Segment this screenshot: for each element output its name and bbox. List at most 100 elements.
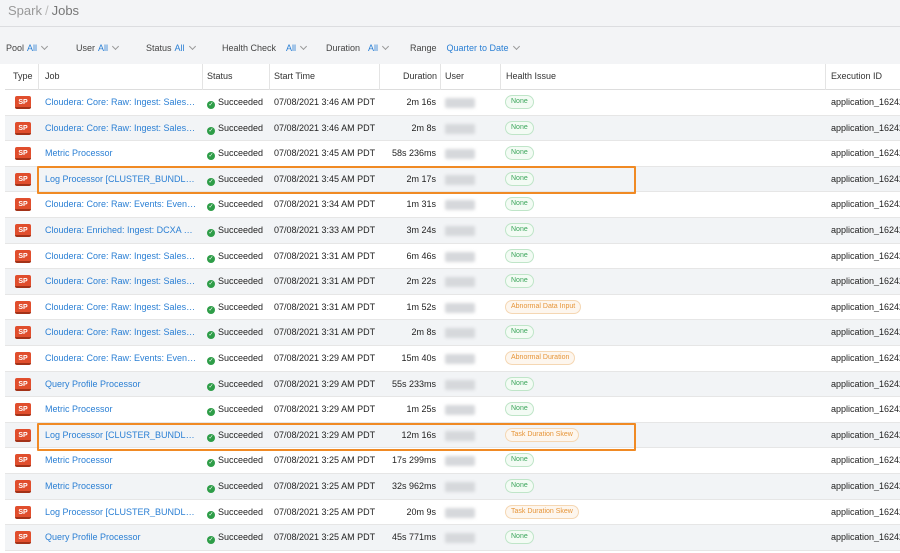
table-row[interactable]: SP Cloudera: Enriched: Ingest: DCXA Entit… — [5, 218, 900, 244]
health-issue: None — [505, 402, 534, 417]
execution-id: application_16242 — [831, 173, 900, 184]
breadcrumb-root[interactable]: Spark — [8, 3, 42, 18]
start-time: 07/08/2021 3:33 AM PDT — [274, 225, 376, 235]
job-link[interactable]: Metric Processor — [45, 148, 197, 158]
table-row[interactable]: SP Cloudera: Core: Raw: Ingest: Salesforc… — [5, 320, 900, 346]
status-cell: ✓ Succeeded — [207, 251, 269, 263]
status-text: Succeeded — [218, 455, 264, 466]
execution-id: application_16242 — [831, 481, 900, 491]
execution-id: application_16242 — [831, 97, 900, 107]
spark-type-icon: SP — [15, 224, 31, 237]
filter-value[interactable]: All — [368, 43, 378, 53]
filter-value[interactable]: All — [286, 43, 296, 53]
duration: 1m 31s — [406, 199, 436, 210]
start-time: 07/08/2021 3:31 AM PDT — [274, 327, 376, 338]
table-row[interactable]: SP Cloudera: Core: Raw: Events: Events B ✓… — [5, 346, 900, 372]
status-text: Succeeded — [218, 353, 264, 363]
column-header-type[interactable]: Type — [13, 71, 33, 81]
status-text: Succeeded — [218, 378, 264, 389]
job-link[interactable]: Cloudera: Core: Raw: Events: Events B — [45, 353, 197, 363]
status-text: Succeeded — [218, 404, 264, 415]
job-link[interactable]: Cloudera: Core: Raw: Ingest: Salesforce — [45, 97, 197, 107]
table-row[interactable]: SP Log Processor [CLUSTER_BUNDLE] /d ✓ Succ… — [5, 500, 900, 526]
table-row[interactable]: SP Cloudera: Core: Raw: Ingest: Salesforc… — [5, 295, 900, 321]
health-badge: None — [505, 274, 534, 289]
status-text: Succeeded — [218, 301, 264, 312]
filter-status[interactable]: Status All — [146, 42, 196, 53]
job-link[interactable]: Metric Processor — [45, 455, 197, 465]
column-header-start-time[interactable]: Start Time — [274, 71, 315, 81]
status-text: Succeeded — [218, 481, 264, 491]
job-link[interactable]: Cloudera: Core: Raw: Ingest: Salesforce — [45, 123, 197, 133]
job-link[interactable]: Cloudera: Core: Raw: Events: Events B — [45, 199, 197, 209]
column-header-user[interactable]: User — [445, 71, 464, 81]
column-header-job[interactable]: Job — [45, 71, 60, 81]
health-badge: None — [505, 146, 534, 161]
duration: 20m 9s — [406, 506, 436, 517]
chevron-down-icon — [300, 42, 308, 51]
start-time: 07/08/2021 3:45 AM PDT — [274, 148, 376, 159]
status-cell: ✓ Succeeded — [207, 353, 269, 365]
highlight-box — [37, 166, 636, 194]
status-text: Succeeded — [218, 148, 264, 159]
job-link[interactable]: Cloudera: Enriched: Ingest: DCXA Entit — [45, 225, 197, 235]
status-text: Succeeded — [218, 97, 264, 107]
status-cell: ✓ Succeeded — [207, 199, 269, 212]
filter-value[interactable]: Quarter to Date — [447, 43, 509, 53]
filter-health-check[interactable]: Health Check All — [222, 42, 308, 53]
table-row[interactable]: SP Cloudera: Core: Raw: Ingest: Salesforc… — [5, 244, 900, 270]
table-row[interactable]: SP Metric Processor ✓ Succeeded 07/08/2021 3… — [5, 474, 900, 500]
job-link[interactable]: Log Processor [CLUSTER_BUNDLE] /d — [45, 507, 197, 517]
table-row[interactable]: SP Cloudera: Core: Raw: Ingest: Salesforc… — [5, 90, 900, 116]
status-text: Succeeded — [218, 276, 264, 287]
start-time: 07/08/2021 3:31 AM PDT — [274, 250, 376, 261]
filter-duration[interactable]: Duration All — [326, 42, 390, 53]
table-row[interactable]: SP Cloudera: Core: Raw: Events: Events B ✓… — [5, 192, 900, 218]
job-link[interactable]: Cloudera: Core: Raw: Ingest: Salesforce — [45, 251, 197, 261]
job-link[interactable]: Metric Processor — [45, 404, 197, 414]
duration: 1m 25s — [406, 404, 436, 415]
table-row[interactable]: SP Metric Processor ✓ Succeeded 07/08/2021 3… — [5, 448, 900, 474]
duration: 32s 962ms — [391, 481, 436, 491]
filter-value[interactable]: All — [175, 43, 185, 53]
duration: 45s 771ms — [391, 532, 436, 543]
filter-value[interactable]: All — [98, 43, 108, 53]
table-row[interactable]: SP Query Profile Processor ✓ Succeeded 07/08… — [5, 371, 900, 398]
user-redacted — [445, 98, 475, 108]
health-issue: None — [505, 197, 534, 212]
user-redacted — [445, 456, 475, 467]
column-header-status[interactable]: Status — [207, 71, 233, 81]
job-link[interactable]: Query Profile Processor — [45, 532, 197, 542]
status-cell: ✓ Succeeded — [207, 327, 269, 340]
status-cell: ✓ Succeeded — [207, 507, 269, 519]
job-link[interactable]: Metric Processor — [45, 481, 197, 491]
column-header-duration[interactable]: Duration — [403, 71, 437, 81]
filter-range[interactable]: Range Quarter to Date — [410, 42, 520, 53]
table-row[interactable]: SP Cloudera: Core: Raw: Ingest: Salesforc… — [5, 115, 900, 142]
column-header-execution-id[interactable]: Execution ID — [831, 71, 882, 81]
health-badge: None — [505, 120, 534, 135]
job-link[interactable]: Cloudera: Core: Raw: Ingest: Salesforce — [45, 302, 197, 312]
check-circle-icon: ✓ — [207, 331, 215, 340]
table-row[interactable]: SP Query Profile Processor ✓ Succeeded 07/08… — [5, 525, 900, 551]
job-link[interactable]: Query Profile Processor — [45, 379, 197, 389]
user-redacted — [445, 354, 475, 364]
job-link[interactable]: Cloudera: Core: Raw: Ingest: Salesforce — [45, 276, 197, 286]
table-row[interactable]: SP Cloudera: Core: Raw: Ingest: Salesforc… — [5, 269, 900, 295]
column-header-health-issue[interactable]: Health Issue — [506, 71, 556, 81]
column-divider — [202, 64, 203, 90]
spark-type-icon: SP — [15, 96, 31, 109]
health-issue: None — [505, 530, 534, 545]
table-row[interactable]: SP Metric Processor ✓ Succeeded 07/08/2021 3… — [5, 397, 900, 423]
spark-type-icon: SP — [15, 505, 31, 519]
start-time: 07/08/2021 3:25 AM PDT — [274, 481, 376, 491]
filter-label: Health Check — [222, 43, 277, 53]
job-link[interactable]: Cloudera: Core: Raw: Ingest: Salesforce — [45, 327, 197, 337]
filter-user[interactable]: User All — [76, 42, 120, 53]
table-row[interactable]: SP Metric Processor ✓ Succeeded 07/08/2021 3… — [5, 141, 900, 167]
duration: 2m 16s — [406, 97, 436, 107]
duration: 3m 24s — [406, 225, 436, 235]
health-badge: None — [505, 223, 534, 237]
filter-value[interactable]: All — [27, 43, 37, 53]
filter-pool[interactable]: Pool All — [6, 42, 49, 53]
